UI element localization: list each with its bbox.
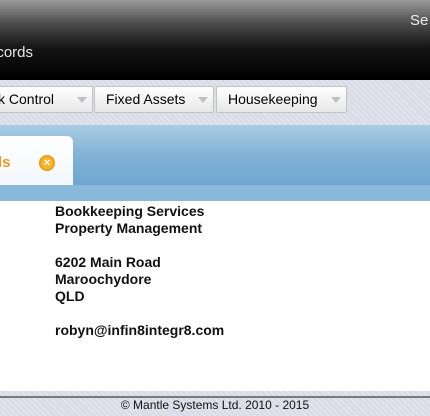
email-address: robyn@infin8integr8.com: [55, 322, 225, 338]
header-link[interactable]: Se: [410, 12, 428, 29]
menu-fixed-assets[interactable]: Fixed Assets: [94, 86, 214, 113]
business-type-2: Property Management: [55, 220, 203, 236]
panel-tab-bar: ls ×: [0, 125, 430, 185]
menu-fixed-assets-label: Fixed Assets: [106, 91, 186, 107]
app-title: ecords: [0, 44, 34, 61]
copyright-footer: © Mantle Systems Ltd. 2010 - 2015: [120, 398, 310, 412]
address-street: 6202 Main Road: [55, 254, 161, 270]
address-suburb: Maroochydore: [55, 271, 152, 287]
dropdown-arrow-icon: [198, 97, 208, 103]
tab-details-label: ls: [0, 154, 11, 171]
panel-body: Bookkeeping Services Property Management…: [0, 201, 430, 391]
main-menu-bar: ck Control Fixed Assets Housekeeping: [0, 84, 430, 114]
details-panel: ls × Bookkeeping Services Property Manag…: [0, 125, 430, 391]
app-header: ecords Se: [0, 0, 430, 80]
menu-stock-control[interactable]: ck Control: [0, 86, 93, 113]
dropdown-arrow-icon: [77, 97, 87, 103]
menu-housekeeping-label: Housekeeping: [228, 91, 318, 107]
close-icon[interactable]: ×: [39, 155, 55, 171]
menu-housekeeping[interactable]: Housekeeping: [216, 86, 347, 113]
business-type-1: Bookkeeping Services: [55, 203, 205, 219]
panel-subheader: [0, 185, 430, 201]
tab-details[interactable]: ls ×: [0, 136, 73, 185]
menu-stock-control-label: ck Control: [0, 91, 55, 107]
address-state: QLD: [55, 288, 85, 304]
dropdown-arrow-icon: [331, 97, 341, 103]
